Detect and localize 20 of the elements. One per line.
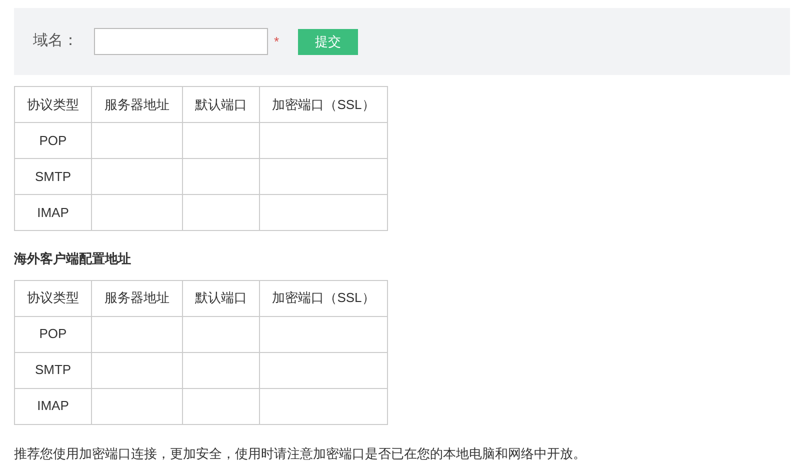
table-cell: POP xyxy=(14,316,92,352)
column-header: 加密端口（SSL） xyxy=(260,280,388,316)
table-cell: SMTP xyxy=(14,352,92,388)
field-label: 域名： xyxy=(33,31,79,52)
table-cell: POP xyxy=(14,122,92,158)
note-text: 推荐您使用加密端口连接，更加安全，使用时请注意加密端口是否已在您的本地电脑和网络中开放。 xyxy=(14,444,587,462)
table-cell: IMAP xyxy=(14,194,92,230)
column-header: 服务器地址 xyxy=(92,280,182,316)
column-header: 加密端口（SSL） xyxy=(260,86,388,122)
section-title: 海外客户端配置地址 xyxy=(14,250,132,268)
submit-button[interactable]: 提交 xyxy=(298,28,358,54)
column-header: 协议类型 xyxy=(14,86,92,122)
column-header: 协议类型 xyxy=(14,280,92,316)
column-header: 服务器地址 xyxy=(92,86,182,122)
column-header: 默认端口 xyxy=(182,86,260,122)
domain-input-field[interactable] xyxy=(94,28,268,55)
column-header: 默认端口 xyxy=(182,280,260,316)
table-cell: SMTP xyxy=(14,158,92,194)
required-mark: * xyxy=(273,32,280,51)
table-cell: IMAP xyxy=(14,388,92,424)
